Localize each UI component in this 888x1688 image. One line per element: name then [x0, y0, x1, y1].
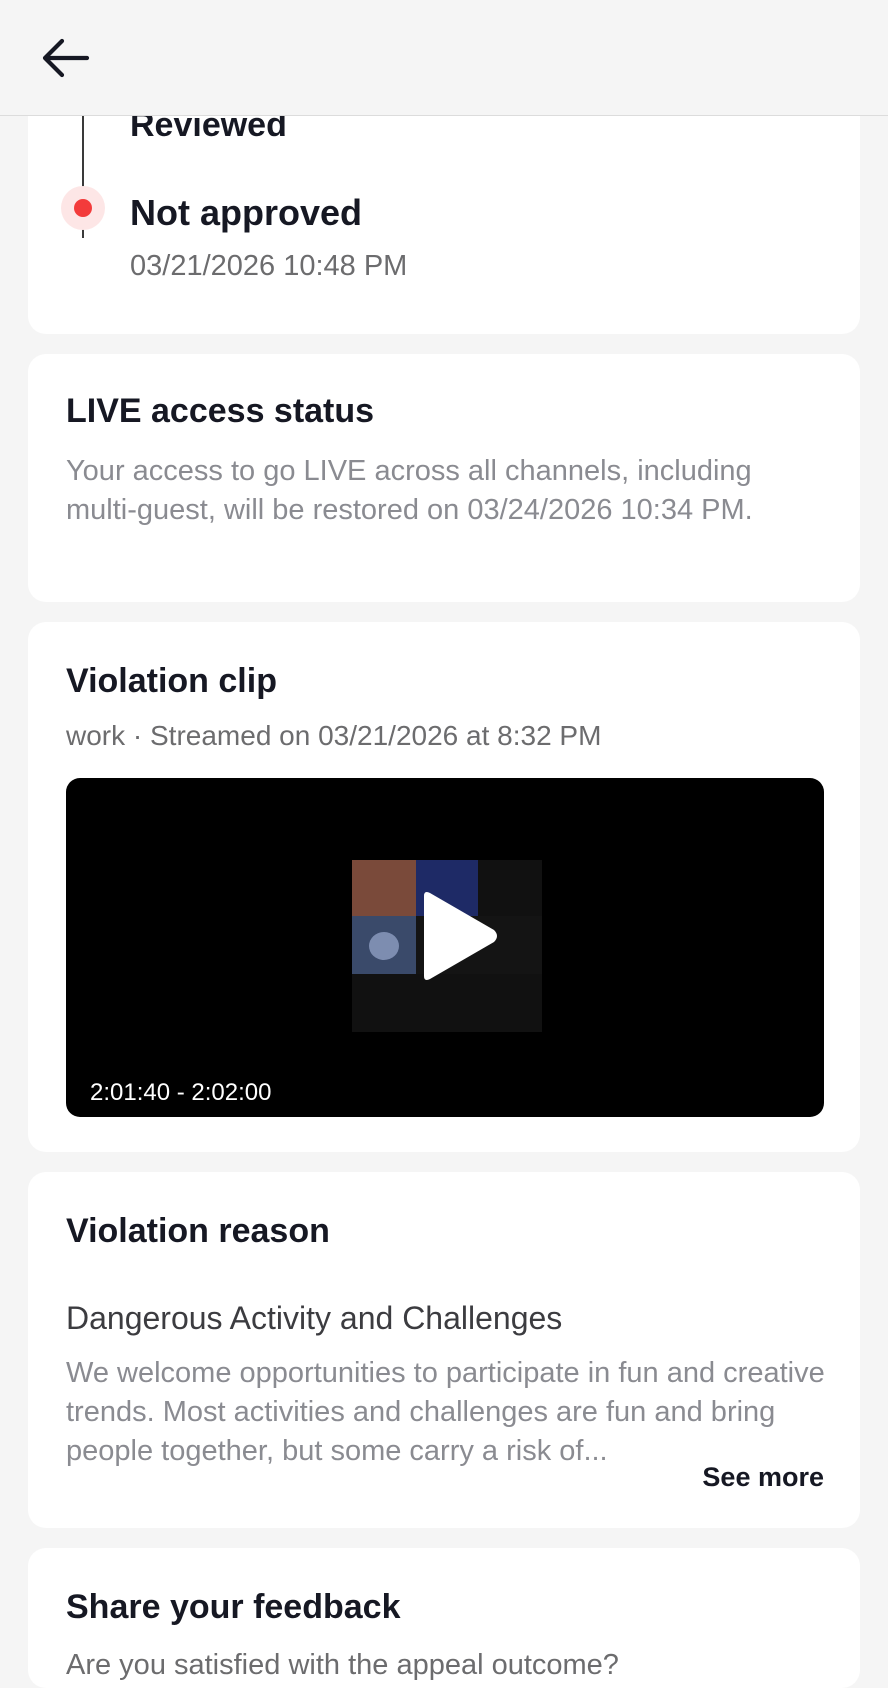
play-icon[interactable] [412, 888, 500, 984]
live-access-message: Your access to go LIVE across all channe… [66, 455, 753, 526]
top-bar [0, 0, 888, 116]
violation-clip-title: Violation clip [66, 662, 277, 700]
live-access-title: LIVE access status [66, 392, 375, 430]
feedback-title: Share your feedback [66, 1588, 401, 1626]
violation-category: Dangerous Activity and Challenges [66, 1300, 563, 1336]
feedback-question: Are you satisfied with the appeal outcom… [66, 1649, 619, 1681]
back-button[interactable] [38, 33, 92, 83]
arrow-left-icon [42, 38, 90, 78]
timeline-step-time: 03/21/2026 10:48 PM [130, 250, 408, 282]
violation-reason-title: Violation reason [66, 1212, 330, 1250]
see-more-link[interactable]: See more [702, 1462, 824, 1493]
clip-time-range: 2:01:40 - 2:02:00 [90, 1079, 272, 1106]
thumbnail-tile [352, 860, 416, 916]
timeline-step-not-approved: Not approved [130, 192, 363, 233]
status-dot-icon [74, 199, 92, 217]
violation-description: We welcome opportunities to participate … [66, 1357, 825, 1467]
violation-reason-card: Violation reason Dangerous Activity and … [28, 1172, 860, 1528]
live-access-status-card: LIVE access status Your access to go LIV… [28, 354, 860, 602]
violation-clip-meta: work · Streamed on 03/21/2026 at 8:32 PM [66, 720, 602, 751]
feedback-card: Share your feedback Are you satisfied wi… [28, 1548, 860, 1688]
thumbnail-tile [352, 916, 416, 974]
violation-clip-card: Violation clip work · Streamed on 03/21/… [28, 622, 860, 1152]
violation-clip-video[interactable]: 2:01:40 - 2:02:00 [66, 778, 824, 1117]
